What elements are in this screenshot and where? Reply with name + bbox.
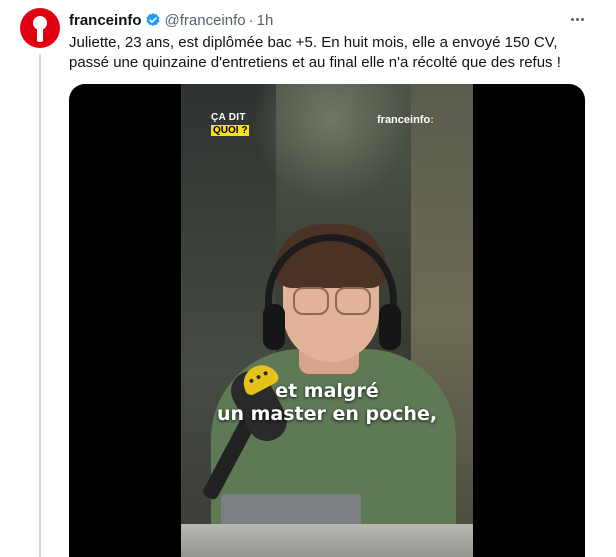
ca-dit-quoi-logo: ÇA DIT QUOI ? — [211, 110, 251, 136]
headphone-cup-right — [379, 304, 401, 350]
desk — [181, 524, 473, 557]
video-frame[interactable]: ÇA DIT QUOI ? franceinfo: et malgré un m… — [181, 84, 473, 557]
franceinfo-watermark: franceinfo: — [377, 114, 434, 126]
handle[interactable]: @franceinfo — [165, 12, 246, 29]
brand-left-line2: QUOI ? — [211, 125, 250, 136]
media-container[interactable]: ÇA DIT QUOI ? franceinfo: et malgré un m… — [69, 84, 585, 557]
tweet-text: Juliette, 23 ans, est diplômée bac +5. E… — [69, 34, 561, 71]
timestamp[interactable]: 1h — [257, 12, 274, 29]
subtitle-line-1: et malgré — [275, 380, 379, 402]
avatar-logo-stem — [37, 28, 43, 42]
verified-badge-icon[interactable] — [145, 12, 161, 28]
franceinfo-watermark-text: franceinfo — [377, 114, 431, 126]
display-name[interactable]: franceinfo — [69, 12, 142, 29]
video-subtitle: et malgré un master en poche, — [181, 380, 473, 426]
studio-light — [251, 84, 411, 204]
brand-left-line1: ÇA DIT — [211, 112, 246, 123]
tweet-header: franceinfo @franceinfo · 1h — [69, 10, 273, 30]
meta-separator: · — [248, 11, 254, 29]
subtitle-line-2: un master en poche, — [216, 403, 438, 425]
avatar[interactable] — [20, 8, 60, 48]
more-horizontal-icon[interactable] — [566, 9, 588, 29]
headphone-cup-left — [263, 304, 285, 350]
thread-line — [39, 54, 41, 557]
